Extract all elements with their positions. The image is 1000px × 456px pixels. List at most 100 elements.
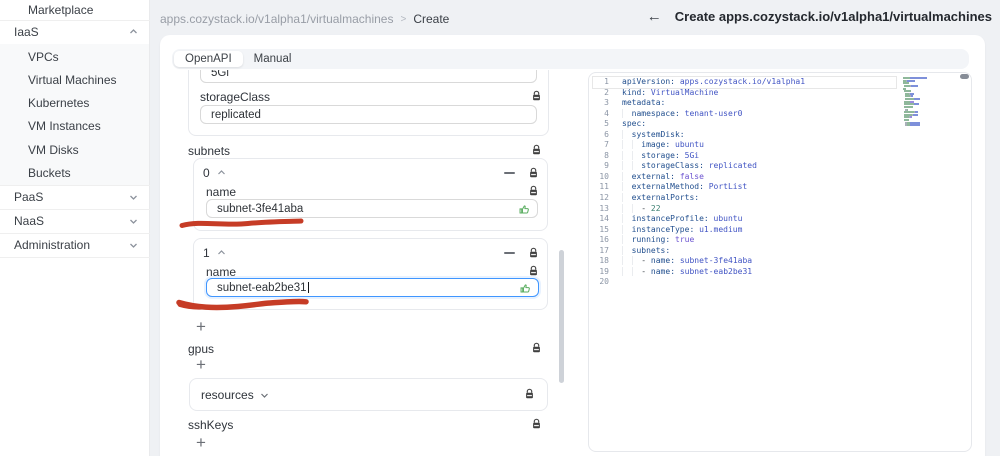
line-number: 16	[599, 235, 609, 245]
subnet-0-name-input[interactable]: subnet-3fe41aba	[206, 199, 538, 218]
line-number: 4	[604, 108, 609, 118]
remove-subnet-1-button[interactable]	[504, 252, 515, 254]
line-number: 11	[599, 182, 609, 192]
code-line[interactable]: 7 image: ubuntu	[593, 140, 896, 151]
subnets-label: subnets	[188, 144, 231, 158]
sidebar-item-vm-instances[interactable]: VM Instances	[0, 115, 150, 137]
code-line[interactable]: 13 - 22	[593, 204, 896, 215]
thumbs-up-icon	[519, 282, 532, 295]
line-number: 17	[599, 245, 609, 255]
code-line[interactable]: 10 external: false	[593, 172, 896, 183]
storage-input[interactable]: 5Gi	[200, 70, 537, 83]
code-line[interactable]: 4 namespace: tenant-user0	[593, 109, 896, 120]
code-line[interactable]: 16 running: true	[593, 235, 896, 246]
code-line[interactable]: 14 instanceProfile: ubuntu	[593, 214, 896, 225]
yaml-editor[interactable]: 1 apiVersion: apps.cozystack.io/v1alpha1 2…	[588, 72, 972, 452]
line-number: 15	[599, 224, 609, 234]
storage-input-value: 5Gi	[211, 70, 229, 79]
editor-minimap[interactable]	[903, 77, 947, 130]
sshkeys-label: sshKeys	[188, 418, 234, 432]
resources-label: resources	[201, 388, 254, 402]
sidebar-group-iaas[interactable]: IaaS	[0, 20, 150, 44]
add-sshkey-button[interactable]: +	[196, 434, 206, 452]
storageclass-input[interactable]: replicated	[200, 105, 537, 124]
breadcrumb-current: Create	[413, 12, 450, 26]
chevron-up-icon	[217, 170, 225, 175]
line-number: 3	[604, 98, 609, 108]
back-arrow-icon[interactable]: ←	[647, 9, 662, 24]
line-number: 18	[599, 256, 609, 266]
lock-icon	[531, 342, 542, 354]
code-line[interactable]: 15 instanceType: u1.medium	[593, 225, 896, 236]
remove-subnet-0-button[interactable]	[504, 172, 515, 174]
chevron-down-icon	[129, 217, 138, 225]
gpus-label: gpus	[188, 342, 215, 356]
subnet-1-name-value: subnet-eab2be31	[217, 281, 307, 294]
sidebar-item-vpcs[interactable]: VPCs	[0, 46, 150, 68]
storageclass-label: storageClass	[200, 90, 271, 104]
sidebar-item-buckets[interactable]: Buckets	[0, 162, 150, 184]
code-line[interactable]: 9 storageClass: replicated	[593, 161, 896, 172]
form-scrollbar[interactable]	[559, 250, 564, 383]
line-number: 20	[599, 277, 609, 287]
resources-expander[interactable]: resources	[201, 388, 269, 402]
code-line[interactable]: 2 kind: VirtualMachine	[593, 88, 896, 99]
add-gpu-button[interactable]: +	[196, 356, 206, 374]
editor-scrollbar-handle[interactable]	[960, 74, 969, 79]
subnet-1-name-input[interactable]: subnet-eab2be31	[206, 278, 539, 297]
divider	[0, 257, 150, 258]
code-line[interactable]: 12 externalPorts:	[593, 193, 896, 204]
subnet-item-1-collapse[interactable]: 1	[203, 246, 226, 260]
lock-icon	[531, 90, 542, 102]
breadcrumb: apps.cozystack.io/v1alpha1/virtualmachin…	[160, 12, 449, 26]
lock-icon	[528, 167, 539, 179]
sidebar-item-marketplace[interactable]: Marketplace	[0, 0, 150, 20]
lock-icon	[528, 247, 539, 259]
code-line[interactable]: 17 subnets:	[593, 246, 896, 257]
page-header: ← Create apps.cozystack.io/v1alpha1/virt…	[647, 9, 992, 24]
breadcrumb-resource-link[interactable]: apps.cozystack.io/v1alpha1/virtualmachin…	[160, 12, 393, 26]
subnet-0-name-value: subnet-3fe41aba	[217, 202, 304, 215]
sidebar-item-vm-disks[interactable]: VM Disks	[0, 139, 150, 161]
tab-openapi[interactable]: OpenAPI	[174, 51, 243, 67]
code-line[interactable]: 20	[593, 277, 896, 288]
subnet-item-1-index: 1	[203, 246, 210, 260]
code-line[interactable]: 5 spec:	[593, 119, 896, 130]
sidebar: Marketplace IaaS VPCs Virtual Machines K…	[0, 0, 150, 456]
sidebar-group-administration[interactable]: Administration	[0, 233, 150, 257]
code-line[interactable]: 18 - name: subnet-3fe41aba	[593, 256, 896, 267]
line-number: 10	[599, 171, 609, 181]
lock-icon	[528, 185, 539, 197]
chevron-up-icon	[129, 28, 138, 36]
subnet-1-name-label: name	[206, 265, 237, 279]
line-number: 8	[604, 150, 609, 160]
code-line[interactable]: 19 - name: subnet-eab2be31	[593, 267, 896, 278]
app-window: Marketplace IaaS VPCs Virtual Machines K…	[0, 0, 1000, 456]
text-caret	[307, 282, 309, 293]
code-line[interactable]: 1 apiVersion: apps.cozystack.io/v1alpha1	[593, 77, 896, 88]
code-line[interactable]: 3 metadata:	[593, 98, 896, 109]
line-number: 12	[599, 193, 609, 203]
thumbs-up-icon	[518, 203, 531, 216]
sidebar-item-virtual-machines[interactable]: Virtual Machines	[0, 69, 150, 91]
code-line[interactable]: 11 externalMethod: PortList	[593, 182, 896, 193]
subnet-item-0-collapse[interactable]: 0	[203, 166, 226, 180]
lock-icon	[531, 144, 542, 156]
line-number: 2	[604, 87, 609, 97]
code-lines: 1 apiVersion: apps.cozystack.io/v1alpha1 2…	[593, 77, 896, 288]
line-number: 6	[604, 129, 609, 139]
line-number: 7	[604, 140, 609, 150]
sidebar-group-naas[interactable]: NaaS	[0, 209, 150, 233]
code-line[interactable]: 6 systemDisk:	[593, 130, 896, 141]
add-subnet-button[interactable]: +	[196, 318, 206, 336]
form-panel: 5Gi storageClass replicated subnets 0 na…	[160, 70, 574, 456]
chevron-down-icon	[260, 393, 268, 398]
sidebar-group-paas[interactable]: PaaS	[0, 185, 150, 209]
sidebar-item-kubernetes[interactable]: Kubernetes	[0, 92, 150, 114]
tab-manual[interactable]: Manual	[243, 51, 303, 67]
breadcrumb-separator: >	[400, 13, 407, 25]
subnet-item-1-card	[193, 238, 548, 310]
storageclass-input-value: replicated	[211, 108, 261, 121]
line-number: 19	[599, 266, 609, 276]
code-line[interactable]: 8 storage: 5Gi	[593, 151, 896, 162]
